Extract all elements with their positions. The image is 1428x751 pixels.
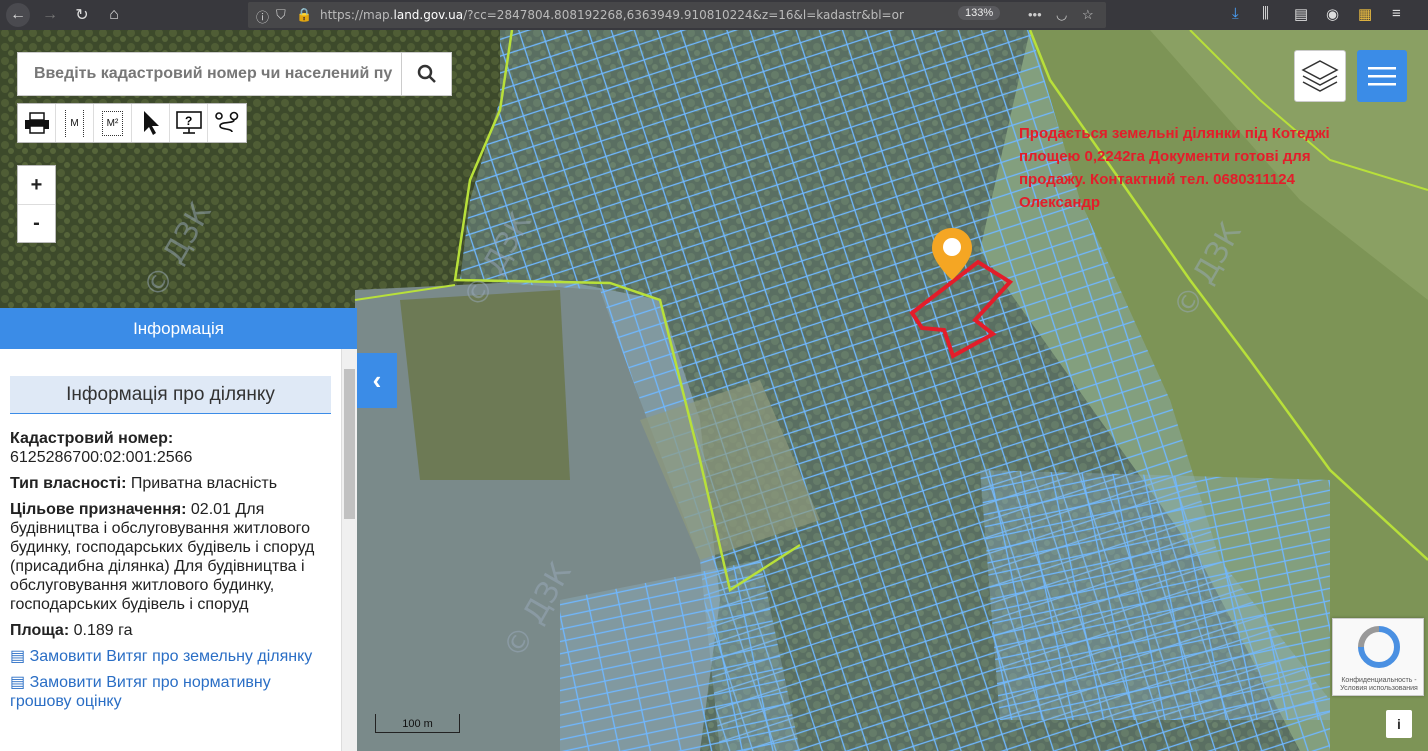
area-row: Площа: 0.189 га xyxy=(10,622,133,639)
library-icon[interactable]: ⫼ xyxy=(1262,5,1269,22)
recaptcha-icon xyxy=(1358,626,1400,668)
layers-button[interactable] xyxy=(1294,50,1346,102)
measure-area-button[interactable]: M² xyxy=(94,104,132,142)
cadastral-number: 6125286700:02:001:2566 xyxy=(10,449,193,466)
browser-toolbar: ← → ↻ ⌂ ⓘ ⛉ 🔒 https://map.land.gov.ua/?c… xyxy=(0,0,1428,30)
zoom-level-badge[interactable]: 133% xyxy=(958,6,1001,20)
recaptcha-text[interactable]: Конфиденциальность - Условия использован… xyxy=(1335,677,1423,693)
recaptcha-badge[interactable]: Конфиденциальность - Условия использован… xyxy=(1332,618,1424,696)
info-circle-icon[interactable]: ⓘ xyxy=(256,7,269,26)
forward-icon[interactable]: → xyxy=(38,3,62,27)
zoom-out-button[interactable]: - xyxy=(18,204,55,242)
list-icon: ▤ xyxy=(10,648,26,665)
panel-body: Інформація про ділянку Кадастровий номер… xyxy=(0,349,341,751)
info-panel: Інформація Інформація про ділянку Кадаст… xyxy=(0,308,357,751)
route-icon xyxy=(215,111,239,133)
svg-text:?: ? xyxy=(185,114,192,128)
panel-header: Інформація xyxy=(0,308,357,349)
zoom-in-button[interactable]: + xyxy=(18,166,55,204)
map-tools: M M² ? xyxy=(17,103,247,143)
measure-area-icon: M² xyxy=(101,110,124,136)
account-icon[interactable]: ◉ xyxy=(1326,5,1339,23)
route-button[interactable] xyxy=(208,104,246,142)
location-pin-icon[interactable] xyxy=(930,226,974,287)
search-input[interactable] xyxy=(18,53,401,95)
chevron-left-icon: ‹ xyxy=(372,365,382,395)
order-extract-link[interactable]: ▤ Замовити Витяг про земельну ділянку xyxy=(10,647,331,666)
print-button[interactable] xyxy=(18,104,56,142)
url-text[interactable]: https://map.land.gov.ua/?cc=2847804.8081… xyxy=(320,8,920,22)
pocket-icon[interactable]: ◡ xyxy=(1056,7,1067,23)
scale-bar: 100 m xyxy=(375,714,460,733)
menu-icon[interactable]: ≡ xyxy=(1392,5,1401,22)
order-valuation-link[interactable]: ▤ Замовити Витяг про нормативну грошову … xyxy=(10,673,331,711)
ownership-row: Тип власності: Приватна власність xyxy=(10,475,278,492)
hamburger-icon xyxy=(1368,67,1396,86)
home-icon[interactable]: ⌂ xyxy=(102,3,126,27)
info-query-button[interactable]: ? xyxy=(170,104,208,142)
layers-icon xyxy=(1301,60,1339,92)
scrollbar-thumb[interactable] xyxy=(344,369,355,519)
search-box xyxy=(17,52,452,96)
bookmark-star-icon[interactable]: ☆ xyxy=(1082,7,1094,23)
pointer-icon xyxy=(143,111,159,135)
panel-scrollbar[interactable] xyxy=(341,349,357,751)
info-query-icon: ? xyxy=(175,111,202,134)
search-button[interactable] xyxy=(401,53,451,95)
list-icon: ▤ xyxy=(10,674,26,691)
search-icon xyxy=(417,64,436,83)
info-button[interactable]: i xyxy=(1386,710,1412,738)
measure-length-button[interactable]: M xyxy=(56,104,94,142)
url-bar[interactable]: ⓘ ⛉ 🔒 https://map.land.gov.ua/?cc=284780… xyxy=(248,2,1106,28)
advertisement-text: Продається земельні ділянки під Котеджі … xyxy=(1019,125,1330,211)
shield-icon[interactable]: ⛉ xyxy=(276,7,286,23)
parcel-info-title: Інформація про ділянку xyxy=(10,376,331,414)
zoom-control: + - xyxy=(17,165,56,243)
purpose-row: Цільове призначення: 02.01 Для будівницт… xyxy=(10,501,315,613)
menu-button[interactable] xyxy=(1357,50,1407,102)
sidebar-icon[interactable]: ▤ xyxy=(1294,5,1308,23)
pointer-button[interactable] xyxy=(132,104,170,142)
collapse-panel-button[interactable]: ‹ xyxy=(357,353,397,408)
lock-icon: 🔒 xyxy=(296,7,313,22)
measure-length-icon: M xyxy=(65,109,84,137)
download-icon[interactable]: ⤓ xyxy=(1232,5,1239,22)
back-icon[interactable]: ← xyxy=(6,3,30,27)
extension-icon[interactable]: ▦ xyxy=(1358,5,1372,23)
reload-icon[interactable]: ↻ xyxy=(70,3,94,27)
print-icon xyxy=(24,112,49,134)
more-icon[interactable]: ••• xyxy=(1028,7,1042,22)
cadastral-number-row: Кадастровий номер: 6125286700:02:001:2566 xyxy=(10,430,193,466)
